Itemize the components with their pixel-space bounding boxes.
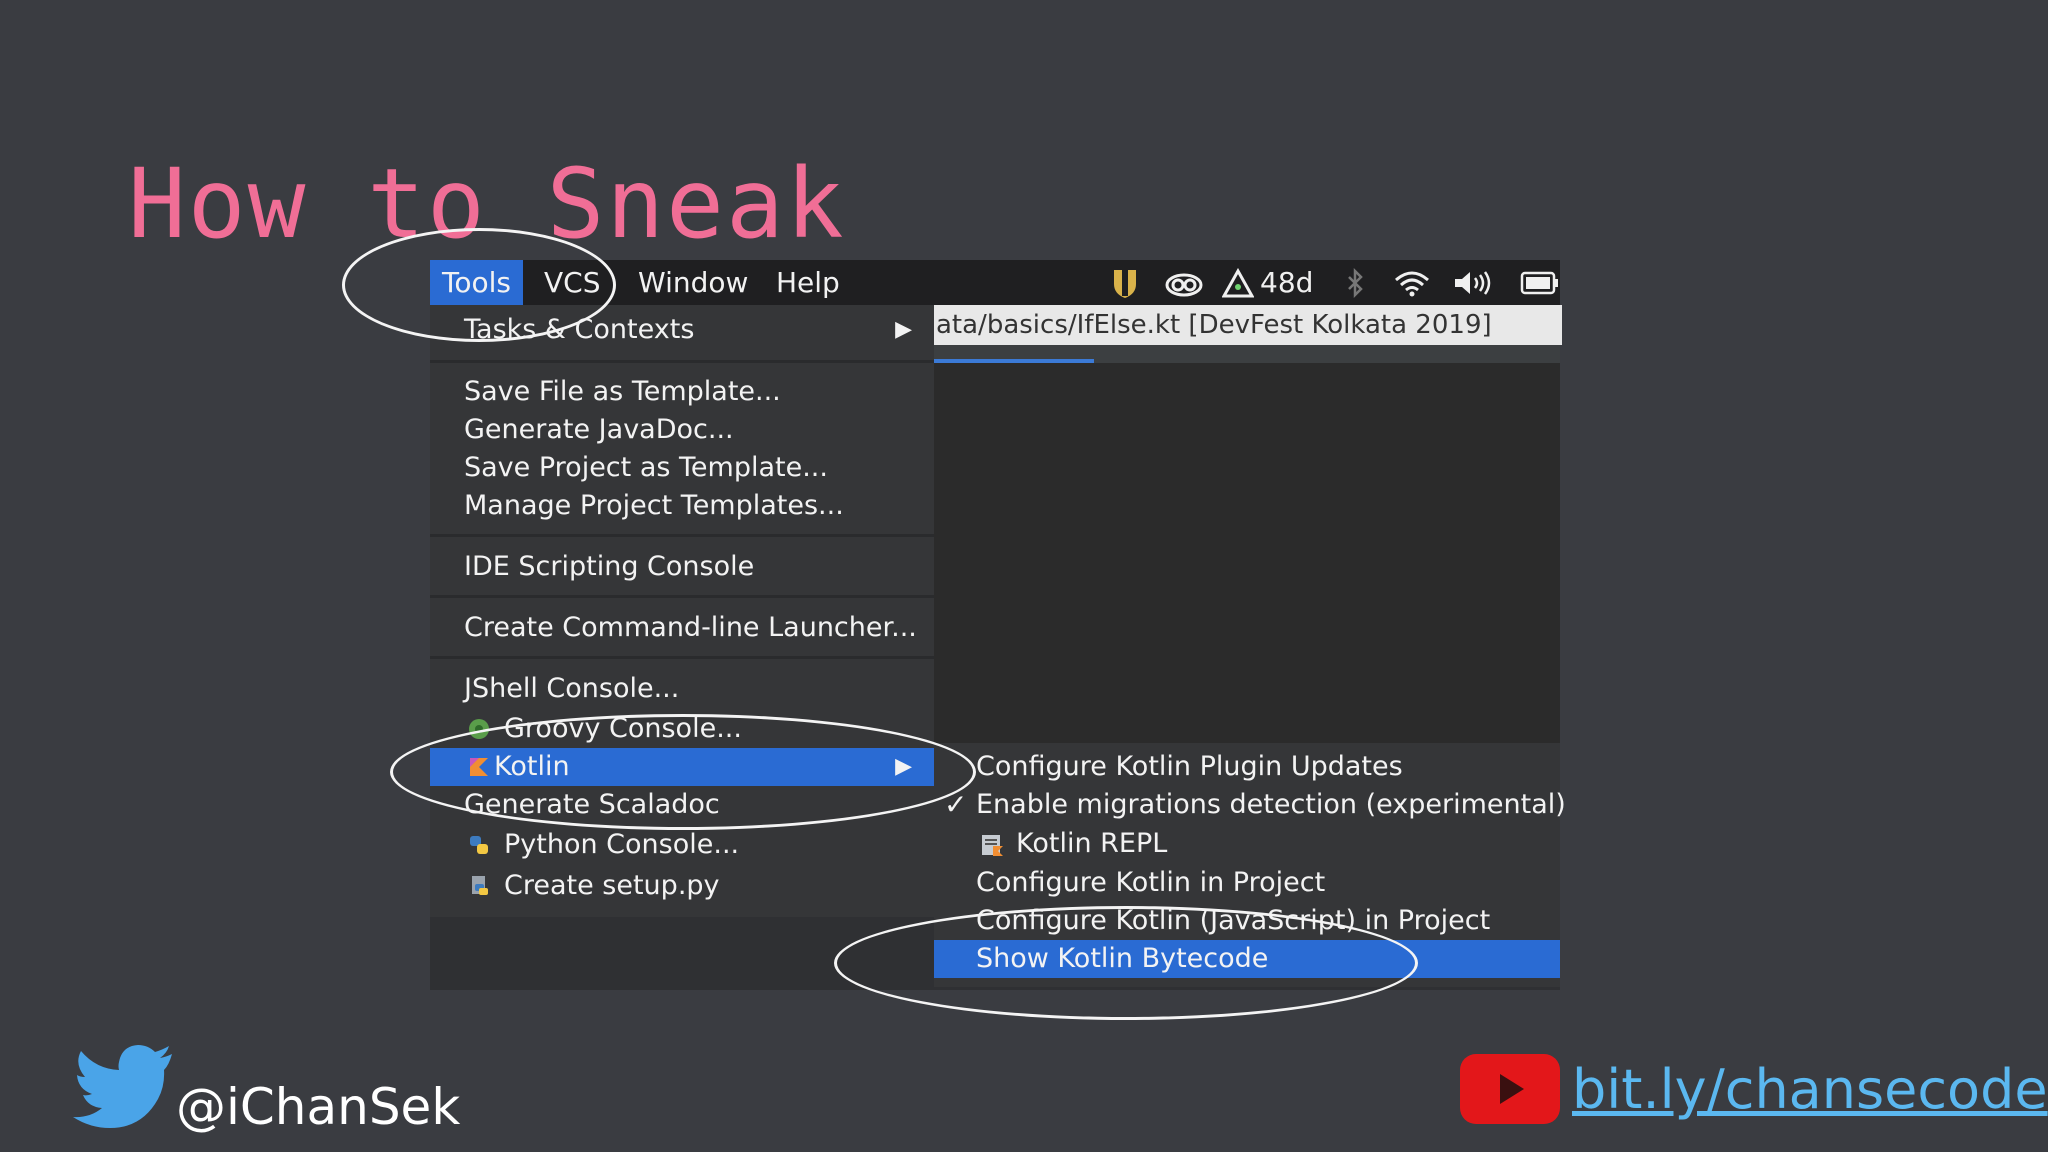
menu-item-ide-scripting-console[interactable]: IDE Scripting Console [430,548,934,586]
kotlin-highlight-ellipse [390,714,976,830]
tray-counter[interactable]: 48d [1260,260,1313,305]
submenu-item-label: Kotlin REPL [1016,828,1168,859]
menu-item-label: IDE Scripting Console [464,551,755,582]
menu-divider [430,534,934,537]
editor-path-bar: ata/basics/IfElse.kt [DevFest Kolkata 20… [934,305,1562,345]
wifi-icon[interactable] [1392,268,1432,298]
python-setup-icon [472,876,488,895]
shield-icon[interactable] [1110,268,1140,298]
menu-item-python-console[interactable]: Python Console... [430,826,934,864]
menu-item-label: Generate JavaDoc... [464,414,734,445]
bluetooth-icon[interactable] [1344,268,1366,298]
triangle-status-icon[interactable] [1222,268,1254,298]
bytecode-highlight-ellipse [834,906,1418,1020]
battery-icon[interactable] [1520,270,1560,296]
menu-item-create-setup-py[interactable]: Create setup.py [430,867,934,905]
menu-divider [430,360,934,363]
menu-item-manage-project-templates[interactable]: Manage Project Templates... [430,487,934,525]
submenu-item-enable-migrations[interactable]: ✓ Enable migrations detection (experimen… [934,786,1566,824]
menu-help[interactable]: Help [764,260,852,305]
menu-item-generate-javadoc[interactable]: Generate JavaDoc... [430,411,934,449]
editor-tabs[interactable] [934,345,1560,363]
kotlin-repl-icon [982,835,1003,856]
menu-item-label: Python Console... [504,829,740,860]
youtube-link[interactable]: bit.ly/chansecode [1572,1058,2048,1121]
menu-item-jshell-console[interactable]: JShell Console... [430,670,934,708]
menu-item-command-line-launcher[interactable]: Create Command-line Launcher... [430,609,934,647]
submenu-item-configure-kotlin-project[interactable]: Configure Kotlin in Project [934,864,1560,902]
menu-item-save-project-template[interactable]: Save Project as Template... [430,449,934,487]
twitter-bird-icon [73,1045,172,1128]
tools-highlight-ellipse [342,228,616,342]
submenu-item-kotlin-repl[interactable]: Kotlin REPL [934,825,1560,863]
menu-item-label: Save Project as Template... [464,452,828,483]
menu-item-label: Manage Project Templates... [464,490,844,521]
submenu-item-label: Configure Kotlin in Project [976,867,1326,898]
menu-item-label: Create setup.py [504,870,720,901]
submenu-item-label: Enable migrations detection (experimenta… [976,789,1566,820]
creative-cloud-icon[interactable] [1164,268,1204,298]
submenu-item-label: Configure Kotlin Plugin Updates [976,751,1403,782]
menu-item-save-file-template[interactable]: Save File as Template... [430,373,934,411]
submenu-item-configure-plugin-updates[interactable]: Configure Kotlin Plugin Updates [934,748,1560,786]
menu-divider [430,595,934,598]
python-icon [470,836,488,854]
menu-window[interactable]: Window [626,260,760,305]
menu-item-label: JShell Console... [464,673,680,704]
editor-area[interactable] [934,363,1560,743]
menu-item-label: Save File as Template... [464,376,781,407]
menu-item-label: Create Command-line Launcher... [464,612,917,643]
submenu-arrow-icon: ▶ [895,317,912,342]
twitter-handle[interactable]: @iChanSek [176,1078,460,1136]
menu-divider [430,656,934,659]
youtube-icon[interactable] [1460,1054,1560,1124]
volume-icon[interactable] [1452,268,1494,298]
